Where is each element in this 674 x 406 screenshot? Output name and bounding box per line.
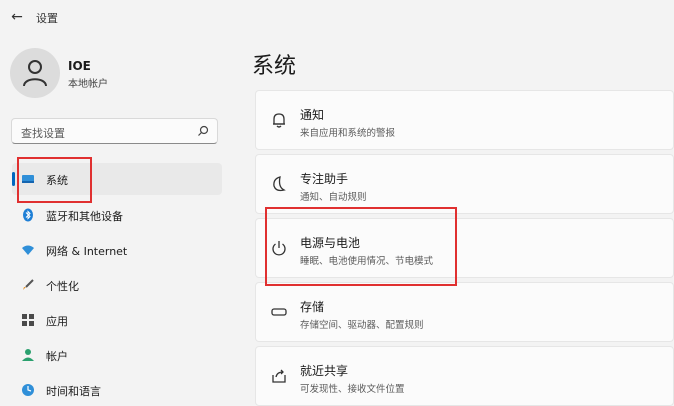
sidebar-item-label: 帐户 — [46, 350, 68, 363]
sidebar-item-label: 网络 & Internet — [46, 245, 128, 258]
search-icon[interactable] — [197, 125, 209, 137]
app-title: 设置 — [36, 12, 58, 25]
sidebar-item-bluetooth[interactable]: 蓝牙和其他设备 — [12, 199, 222, 231]
sidebar-item-label: 蓝牙和其他设备 — [46, 210, 123, 223]
sidebar-item-label: 个性化 — [46, 280, 79, 293]
card-subtitle: 来自应用和系统的警报 — [300, 128, 396, 139]
avatar[interactable] — [10, 48, 60, 98]
person-icon — [23, 60, 47, 87]
share-icon — [272, 369, 286, 383]
sidebar-item-apps[interactable]: 应用 — [12, 304, 222, 336]
card-title: 就近共享 — [300, 364, 349, 378]
card-focus-assist[interactable]: 专注助手 通知、自动规则 — [255, 154, 674, 214]
bell-icon — [273, 113, 285, 128]
page-title: 系统 — [252, 54, 297, 79]
card-title: 通知 — [300, 108, 325, 122]
user-name: IOE — [68, 59, 91, 73]
title-bar: ← 设置 — [0, 0, 674, 36]
brush-icon — [23, 279, 34, 290]
card-title: 专注助手 — [300, 172, 349, 186]
wifi-icon — [22, 245, 34, 255]
card-nearby-sharing[interactable]: 就近共享 可发现性、接收文件位置 — [255, 346, 674, 406]
sidebar-item-personalization[interactable]: 个性化 — [12, 269, 222, 301]
card-subtitle: 存储空间、驱动器、配置规则 — [300, 320, 424, 331]
account-type: 本地帐户 — [68, 79, 108, 90]
sidebar-item-time-language[interactable]: 时间和语言 — [12, 374, 222, 406]
sidebar-item-label: 应用 — [46, 315, 68, 328]
card-storage[interactable]: 存储 存储空间、驱动器、配置规则 — [255, 282, 674, 342]
search-box[interactable]: 查找设置 — [11, 118, 218, 144]
highlight-box-power — [265, 207, 457, 286]
active-indicator — [12, 172, 15, 186]
search-input[interactable]: 查找设置 — [21, 125, 65, 141]
apps-icon — [22, 314, 34, 326]
account-icon — [22, 349, 34, 361]
card-subtitle: 可发现性、接收文件位置 — [300, 384, 405, 395]
sidebar-item-accounts[interactable]: 帐户 — [12, 339, 222, 371]
highlight-box-system — [17, 157, 92, 203]
back-button[interactable]: ← — [8, 8, 26, 26]
clock-icon — [22, 384, 34, 396]
card-title: 存储 — [300, 300, 325, 314]
sidebar-item-network[interactable]: 网络 & Internet — [12, 234, 222, 266]
card-notifications[interactable]: 通知 来自应用和系统的警报 — [255, 90, 674, 150]
bluetooth-icon — [23, 208, 33, 222]
card-subtitle: 通知、自动规则 — [300, 192, 367, 203]
storage-icon — [271, 308, 287, 316]
moon-icon — [273, 176, 286, 192]
